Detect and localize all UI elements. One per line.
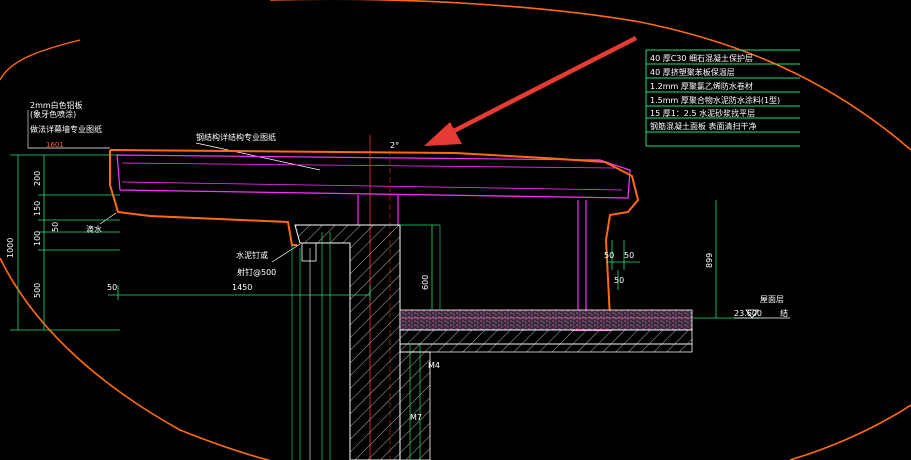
dim-right-50c: 50	[614, 276, 624, 285]
dim-600: 600	[421, 275, 430, 290]
level-marker: 屋面层 23.600 结	[734, 295, 790, 319]
layer-notes-table: 40 厚C30 细石混凝土保护层 40 厚挤塑聚苯板保温层 1.2mm 厚聚氯乙…	[645, 49, 800, 147]
dim-left-200: 200	[33, 171, 42, 186]
wall-tag-2: M7	[410, 413, 422, 422]
dim-horiz-50: 50	[107, 283, 117, 292]
drip-label: 滴水	[86, 224, 102, 234]
nail-note-2: 射钉@500	[237, 267, 276, 277]
revision-cloud-top-left	[0, 39, 81, 81]
elevation-suffix: 结	[780, 308, 788, 318]
layer-note-6: 钢筋混凝土面板 表面清扫干净	[650, 121, 757, 131]
layer-note-5: 15 厚1：2.5 水泥砂浆找平层	[650, 108, 755, 118]
dim-right-50a: 50	[604, 251, 614, 260]
dim-left-total: 1000	[6, 238, 15, 258]
nail-note-1: 水泥钉或	[236, 250, 268, 260]
left-dimension-chain	[10, 154, 120, 331]
dim-left-100: 100	[33, 231, 42, 246]
left-notes: 2mm白色铝板 (象牙色喷涂) 做法详幕墙专业图纸 1601	[27, 100, 110, 149]
dim-left-500: 500	[33, 283, 42, 298]
dim-left-50: 50	[51, 222, 60, 232]
dim-horiz-1450: 1450	[232, 283, 252, 292]
steel-note: 钢结构详结构专业图纸	[196, 132, 276, 142]
dim-right-899: 899	[705, 253, 714, 268]
revision-cloud-lower	[0, 257, 272, 460]
left-note-1: 2mm白色铝板	[30, 100, 83, 110]
wall-tag-1: M4	[428, 361, 440, 370]
left-note-3: 做法详幕墙专业图纸	[30, 124, 102, 134]
dim-right-50b: 50	[624, 251, 634, 260]
floor-tag: 屋面层	[760, 295, 784, 304]
layer-note-2: 40 厚挤塑聚苯板保温层	[650, 67, 735, 77]
elevation-value: 23.600	[734, 309, 762, 318]
slope-label: 2°	[390, 141, 399, 150]
roof-slab	[399, 309, 693, 460]
dim-left-150: 150	[33, 201, 42, 216]
cad-drawing-canvas: 40 厚C30 细石混凝土保护层 40 厚挤塑聚苯板保温层 1.2mm 厚聚氯乙…	[0, 0, 911, 460]
layer-note-1: 40 厚C30 细石混凝土保护层	[650, 53, 753, 63]
layer-note-3: 1.2mm 厚聚氯乙烯防水卷材	[650, 81, 753, 91]
nail-leader	[271, 243, 301, 263]
layer-note-4: 1.5mm 厚聚合物水泥防水涂料(1型)	[650, 95, 780, 105]
revision-cloud-right	[789, 404, 911, 460]
annotation-arrow	[424, 35, 638, 146]
drip-leader	[99, 212, 117, 225]
concrete-wall	[294, 224, 401, 460]
left-note-2: (象牙色喷涂)	[30, 109, 76, 119]
revision-cloud-outer	[270, 0, 911, 151]
dim-600-lines	[400, 224, 440, 310]
